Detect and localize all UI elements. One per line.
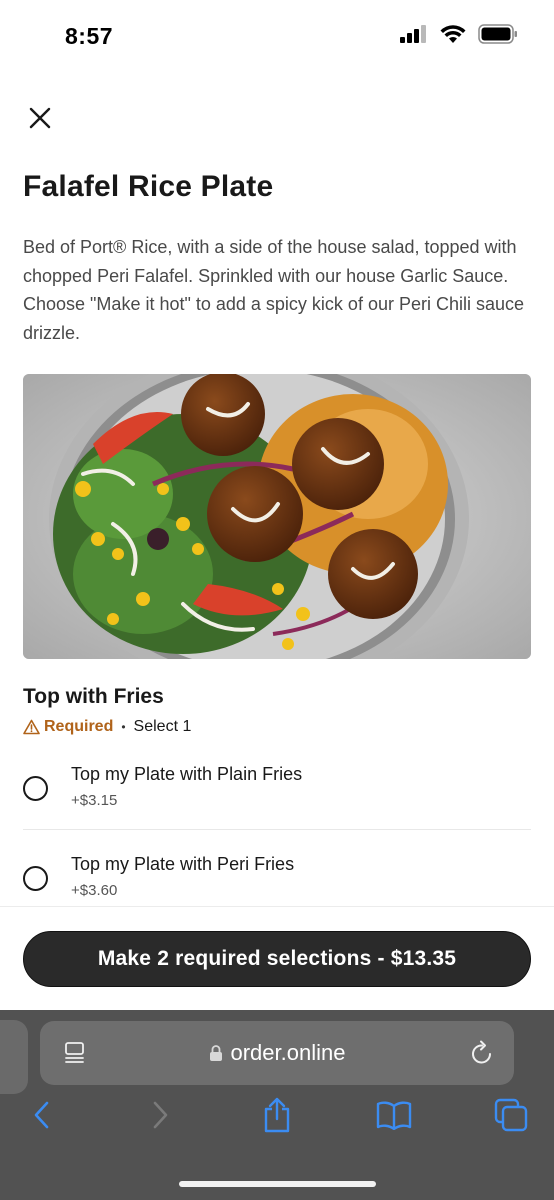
chevron-right-icon [153, 1101, 168, 1129]
required-indicator: Required • Select 1 [23, 718, 191, 736]
status-icons [400, 24, 518, 44]
separator-dot: • [121, 720, 126, 734]
tabs-button[interactable] [489, 1093, 533, 1137]
url-display[interactable]: order.online [40, 1040, 514, 1066]
book-icon [376, 1101, 412, 1130]
chevron-left-icon [34, 1101, 49, 1129]
item-title: Falafel Rice Plate [23, 170, 274, 203]
option-name: Top my Plate with Plain Fries [71, 764, 303, 784]
option-plain-fries[interactable]: Top my Plate with Plain Fries +$3.15 [23, 760, 531, 840]
item-photo [23, 374, 531, 659]
battery-icon [478, 24, 517, 44]
divider [23, 829, 531, 830]
reload-icon[interactable] [470, 1040, 494, 1066]
tabs-icon [494, 1098, 528, 1132]
radio-button[interactable] [23, 866, 48, 891]
close-icon [29, 107, 51, 129]
close-button[interactable] [22, 100, 58, 136]
status-bar: 8:57 [0, 0, 554, 70]
item-description: Bed of Port® Rice, with a side of the ho… [23, 237, 525, 343]
share-icon [264, 1097, 290, 1133]
warning-icon [23, 719, 40, 735]
select-count-label: Select 1 [133, 718, 192, 735]
lock-icon [209, 1045, 222, 1061]
option-price: +$3.15 [71, 792, 118, 809]
forward-button[interactable] [139, 1093, 183, 1137]
status-time: 8:57 [65, 23, 114, 49]
address-bar[interactable]: order.online [40, 1021, 514, 1085]
option-price: +$3.60 [71, 882, 118, 899]
cellular-signal-icon [400, 25, 426, 43]
option-group-title: Top with Fries [23, 685, 164, 708]
add-to-cart-button[interactable]: Make 2 required selections - $13.35 [23, 931, 531, 987]
previous-tab-peek[interactable] [0, 1020, 28, 1094]
bookmarks-button[interactable] [372, 1093, 416, 1137]
share-button[interactable] [255, 1093, 299, 1137]
required-label: Required [44, 718, 114, 735]
browser-toolbar [0, 1093, 554, 1149]
option-name: Top my Plate with Peri Fries [71, 854, 295, 874]
back-button[interactable] [19, 1093, 63, 1137]
home-indicator[interactable] [179, 1181, 376, 1187]
url-text: order.online [230, 1040, 346, 1065]
wifi-icon [440, 24, 466, 43]
radio-button[interactable] [23, 776, 48, 801]
